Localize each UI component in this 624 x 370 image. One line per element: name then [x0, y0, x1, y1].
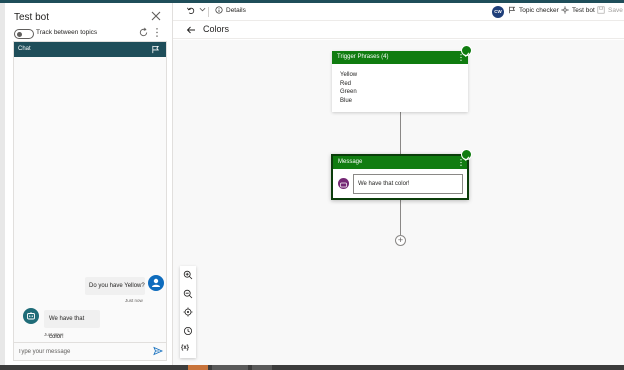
flag-icon[interactable] — [151, 45, 160, 54]
connector-line — [400, 112, 401, 154]
test-bot-label: Test bot — [572, 6, 595, 14]
trigger-phrase: Yellow — [340, 72, 358, 78]
trigger-phrase: Blue — [340, 97, 353, 104]
info-icon — [215, 6, 223, 14]
topic-checker-icon — [509, 6, 516, 14]
bottom-taskbar — [0, 365, 624, 370]
toolbar-divider — [208, 7, 209, 17]
recenter-icon[interactable] — [183, 307, 193, 317]
page-header: Colors — [173, 21, 624, 39]
topic-checker-label: Topic checker — [519, 6, 559, 14]
add-node-button[interactable]: + — [395, 235, 406, 246]
taskbar-item — [212, 365, 248, 370]
restart-icon[interactable] — [138, 27, 149, 38]
chat-window: Chat Do you have Yellow? Just now We hav… — [13, 41, 167, 361]
connector-line — [400, 200, 401, 235]
save-label: Save — [608, 6, 623, 14]
check-icon — [461, 149, 472, 162]
variables-button[interactable]: {x} — [181, 345, 189, 351]
authoring-canvas[interactable]: + Trigger Phrases (4) Yellow Red Green B… — [173, 40, 624, 365]
test-bot-icon — [561, 6, 569, 14]
back-arrow-icon[interactable] — [186, 25, 196, 35]
more-options-icon[interactable] — [154, 27, 160, 38]
trigger-phrase: Red — [340, 80, 352, 87]
user-message-time: Just now — [125, 298, 143, 303]
trigger-node-title: Trigger Phrases (4) — [337, 54, 389, 60]
test-bot-panel: Test bot Track between topics Chat Do yo… — [5, 3, 173, 365]
check-icon — [461, 45, 472, 58]
user-message-bubble: Do you have Yellow? — [85, 277, 145, 295]
taskbar-item — [252, 365, 272, 370]
undo-button[interactable] — [186, 6, 195, 15]
trigger-phrases-node[interactable]: Trigger Phrases (4) Yellow Red Green Blu… — [332, 45, 472, 112]
user-avatar — [148, 275, 164, 291]
bot-avatar — [23, 308, 39, 324]
person-icon — [152, 278, 160, 287]
taskbar-item — [188, 365, 208, 370]
test-bot-title: Test bot — [14, 12, 50, 23]
zoom-in-icon[interactable] — [183, 270, 193, 280]
undo-icon — [187, 7, 195, 14]
input-divider — [14, 342, 166, 343]
chat-tab: Chat — [18, 46, 31, 52]
track-topics-label: Track between topics — [36, 29, 98, 36]
close-icon[interactable] — [149, 9, 163, 23]
bot-message-time: Just now — [44, 332, 62, 337]
trigger-node-header: Trigger Phrases (4) — [332, 51, 468, 64]
topic-checker-button[interactable]: Topic checker — [508, 6, 559, 14]
test-bot-button[interactable]: Test bot — [561, 6, 595, 14]
save-icon — [597, 6, 605, 14]
message-input[interactable] — [18, 347, 143, 357]
zoom-out-icon[interactable] — [183, 289, 193, 299]
undo-menu-button[interactable] — [199, 6, 206, 13]
history-icon[interactable] — [183, 326, 193, 336]
bot-message-bubble: We have that color! — [44, 310, 100, 340]
canvas-zoom-toolbar: {x} — [180, 266, 196, 358]
page-title: Colors — [203, 24, 230, 34]
message-text-field[interactable]: We have that color! — [353, 174, 463, 194]
user-avatar-cw[interactable]: CW — [492, 6, 504, 18]
save-button[interactable]: Save — [597, 6, 623, 14]
chat-header: Chat — [14, 42, 166, 57]
details-label: Details — [226, 6, 246, 14]
track-topics-toggle[interactable] — [14, 29, 34, 39]
details-button[interactable]: Details — [215, 6, 246, 14]
trigger-phrase-list: Yellow Red Green Blue — [340, 71, 357, 105]
message-node-header: Message — [333, 156, 467, 169]
bot-icon — [27, 312, 35, 320]
send-icon[interactable] — [153, 346, 163, 356]
top-toolbar: Details CW Topic checker Test bot Save — [173, 3, 624, 21]
message-node-title: Message — [338, 159, 363, 165]
message-icon — [338, 178, 349, 189]
message-node[interactable]: Message We have that color! — [331, 149, 472, 200]
trigger-phrase: Green — [340, 89, 357, 95]
chevron-down-icon — [199, 7, 206, 12]
